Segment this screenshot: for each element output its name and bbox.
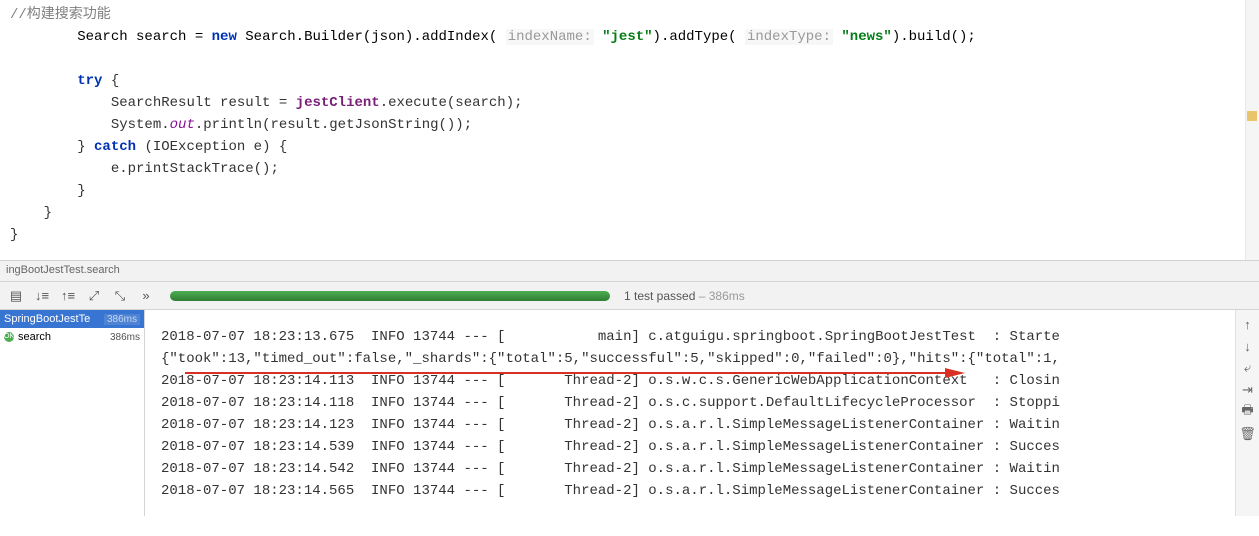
breadcrumb-text: ingBootJestTest.search: [6, 264, 120, 276]
console-output[interactable]: 2018-07-07 18:23:13.675 INFO 13744 --- […: [145, 310, 1259, 516]
export-icon[interactable]: ⇥: [1240, 382, 1256, 398]
sort-up-icon[interactable]: ↑≡: [58, 286, 78, 306]
tree-class-time: 386ms: [104, 314, 140, 325]
tree-class-label: SpringBootJestTe: [4, 313, 90, 325]
gutter-marker-icon[interactable]: [1247, 110, 1257, 120]
bottom-panel: SpringBootJestTe 386ms OK search 386ms 2…: [0, 310, 1259, 516]
code-editor[interactable]: //构建搜索功能 Search search = new Search.Buil…: [0, 0, 1259, 260]
console-panel: 2018-07-07 18:23:13.675 INFO 13744 --- […: [145, 310, 1259, 516]
expand-icon[interactable]: ⤢: [84, 286, 104, 306]
more-options-icon[interactable]: »: [136, 286, 156, 306]
console-line: 2018-07-07 18:23:14.542 INFO 13744 --- […: [161, 461, 1060, 477]
tree-method-row[interactable]: OK search 386ms: [0, 328, 144, 346]
toggle-layout-icon[interactable]: ▤: [6, 286, 26, 306]
console-line: 2018-07-07 18:23:13.675 INFO 13744 --- […: [161, 329, 1060, 345]
console-tools: ↑ ↓ ⤶ ⇥ 🖶 🗑: [1235, 310, 1259, 516]
test-status: 1 test passed – 386ms: [624, 289, 745, 303]
breadcrumb[interactable]: ingBootJestTest.search: [0, 260, 1259, 282]
sort-down-icon[interactable]: ↓≡: [32, 286, 52, 306]
editor-gutter[interactable]: [1245, 0, 1259, 260]
code-comment: //构建搜索功能: [10, 7, 111, 23]
test-progress-bar: [170, 291, 610, 301]
console-line: {"took":13,"timed_out":false,"_shards":{…: [161, 351, 1060, 367]
console-line: 2018-07-07 18:23:14.123 INFO 13744 --- […: [161, 417, 1060, 433]
scroll-up-icon[interactable]: ↑: [1240, 316, 1256, 332]
tree-class-row[interactable]: SpringBootJestTe 386ms: [0, 310, 144, 328]
console-line: 2018-07-07 18:23:14.565 INFO 13744 --- […: [161, 483, 1060, 499]
console-line: 2018-07-07 18:23:14.118 INFO 13744 --- […: [161, 395, 1060, 411]
soft-wrap-icon[interactable]: ⤶: [1240, 360, 1256, 376]
test-status-text: 1 test passed: [624, 289, 695, 303]
console-line: 2018-07-07 18:23:14.113 INFO 13744 --- […: [161, 373, 1060, 389]
tree-method-time: 386ms: [110, 332, 140, 343]
scroll-down-icon[interactable]: ↓: [1240, 338, 1256, 354]
test-toolbar: ▤ ↓≡ ↑≡ ⤢ ⤡ » 1 test passed – 386ms: [0, 282, 1259, 310]
test-status-time: – 386ms: [695, 289, 744, 303]
test-tree[interactable]: SpringBootJestTe 386ms OK search 386ms: [0, 310, 145, 516]
clear-icon[interactable]: 🗑: [1240, 426, 1256, 442]
console-line: 2018-07-07 18:23:14.539 INFO 13744 --- […: [161, 439, 1060, 455]
test-pass-icon: OK: [4, 332, 14, 342]
collapse-icon[interactable]: ⤡: [110, 286, 130, 306]
print-icon[interactable]: 🖶: [1240, 404, 1256, 420]
code-content[interactable]: //构建搜索功能 Search search = new Search.Buil…: [0, 0, 1259, 246]
tree-method-label: OK search: [4, 331, 51, 343]
